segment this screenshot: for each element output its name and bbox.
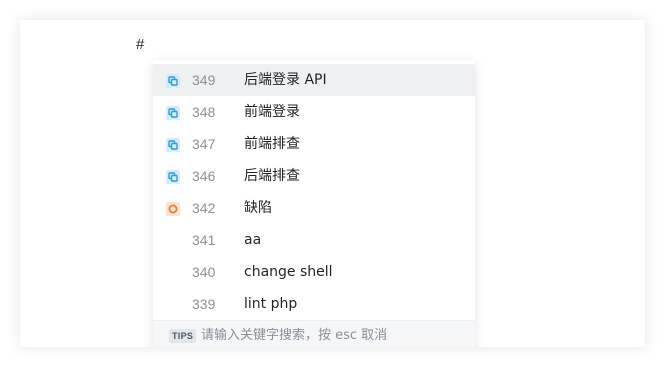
suggestion-id: 347 [192, 136, 216, 152]
mention-trigger-text[interactable]: # [136, 36, 144, 53]
suggestion-title: aa [244, 232, 262, 248]
suggestion-id: 349 [192, 72, 216, 88]
suggestion-item-342[interactable]: 342 缺陷 [153, 192, 475, 224]
suggestion-item-340[interactable]: 340 change shell [153, 256, 475, 288]
suggestion-item-346[interactable]: 346 后端排查 [153, 160, 475, 192]
tips-footer: TIPS 请输入关键字搜索，按 esc 取消 [153, 320, 475, 347]
suggestion-item-341[interactable]: 341 aa [153, 224, 475, 256]
suggestion-id: 342 [192, 200, 216, 216]
suggestion-item-348[interactable]: 348 前端登录 [153, 96, 475, 128]
suggestion-id: 340 [192, 264, 216, 280]
suggestion-title: 前端排查 [244, 136, 300, 152]
bug-icon [166, 201, 180, 216]
suggestion-title: 后端登录 API [244, 72, 327, 88]
suggestion-title: change shell [244, 264, 333, 280]
task-icon [166, 137, 180, 152]
suggestion-item-339[interactable]: 339 lint php [153, 288, 475, 320]
suggestion-title: 缺陷 [244, 200, 272, 216]
task-icon [166, 73, 180, 88]
suggestion-title: lint php [244, 296, 298, 312]
tips-badge: TIPS [169, 329, 197, 343]
task-icon [166, 169, 180, 184]
suggestion-id: 341 [192, 232, 216, 248]
suggestion-id: 346 [192, 168, 216, 184]
suggestion-id: 339 [192, 296, 216, 312]
suggestion-item-347[interactable]: 347 前端排查 [153, 128, 475, 160]
editor-card: # 349 后端登录 API 348 前端登录 347 前端排查 346 后端排… [20, 20, 645, 347]
suggestion-title: 后端排查 [244, 168, 300, 184]
tips-text: 请输入关键字搜索，按 esc 取消 [201, 328, 388, 343]
suggestion-id: 348 [192, 104, 216, 120]
suggestion-item-349[interactable]: 349 后端登录 API [153, 64, 475, 96]
suggestion-title: 前端登录 [244, 104, 300, 120]
suggestion-popup: 349 后端登录 API 348 前端登录 347 前端排查 346 后端排查 … [153, 60, 475, 347]
task-icon [166, 105, 180, 120]
